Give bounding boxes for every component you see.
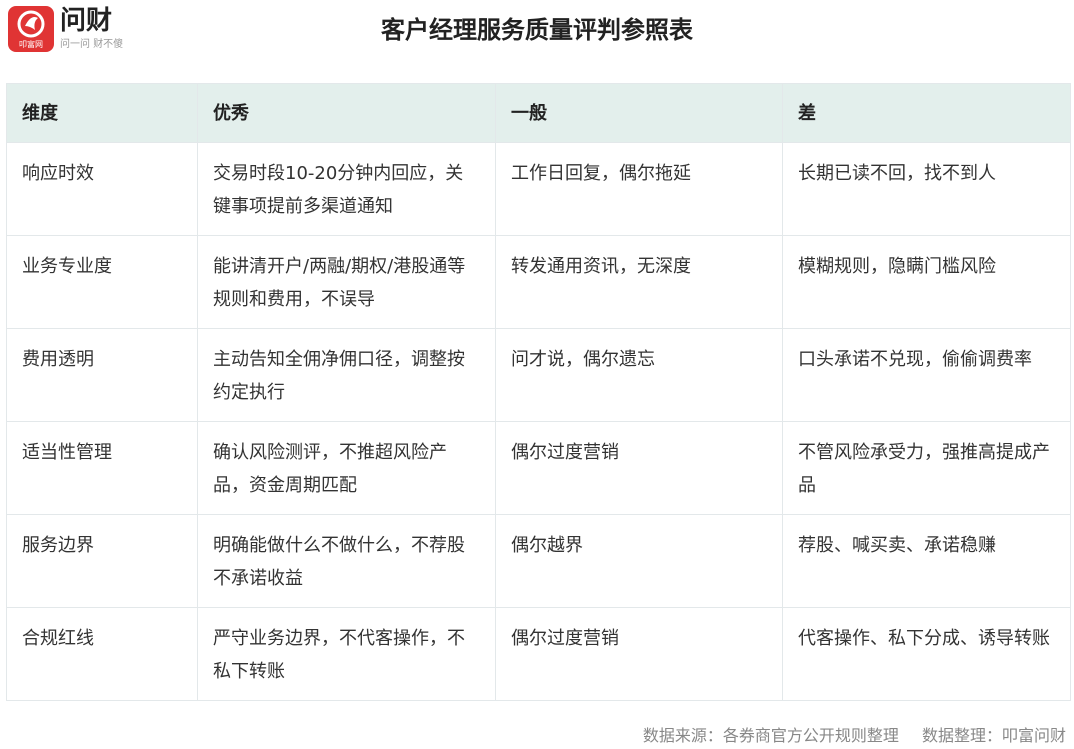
table-row: 响应时效 交易时段10-20分钟内回应，关键事项提前多渠道通知 工作日回复，偶尔… — [6, 142, 1071, 236]
cell-dimension: 响应时效 — [6, 142, 198, 236]
cell-average: 偶尔过度营销 — [495, 421, 783, 515]
page-title: 客户经理服务质量评判参照表 — [381, 16, 693, 44]
header-poor: 差 — [782, 83, 1071, 143]
cell-dimension: 合规红线 — [6, 607, 198, 701]
footer-credits: 数据来源：各券商官方公开规则整理 数据整理：叩富问财 — [643, 724, 1066, 748]
cell-average: 偶尔过度营销 — [495, 607, 783, 701]
data-compiler: 数据整理：叩富问财 — [921, 726, 1066, 745]
cell-average: 工作日回复，偶尔拖延 — [495, 142, 783, 236]
cell-excellent: 交易时段10-20分钟内回应，关键事项提前多渠道通知 — [197, 142, 496, 236]
cell-poor: 荐股、喊买卖、承诺稳赚 — [782, 514, 1071, 608]
cell-average: 偶尔越界 — [495, 514, 783, 608]
cell-excellent: 主动告知全佣净佣口径，调整按约定执行 — [197, 328, 496, 422]
table-header-row: 维度 优秀 一般 差 — [6, 83, 1071, 143]
table-row: 适当性管理 确认风险测评，不推超风险产品，资金周期匹配 偶尔过度营销 不管风险承… — [6, 421, 1071, 515]
cell-excellent: 明确能做什么不做什么，不荐股不承诺收益 — [197, 514, 496, 608]
cell-poor: 代客操作、私下分成、诱导转账 — [782, 607, 1071, 701]
evaluation-table: 维度 优秀 一般 差 响应时效 交易时段10-20分钟内回应，关键事项提前多渠道… — [6, 83, 1071, 701]
cell-poor: 口头承诺不兑现，偷偷调费率 — [782, 328, 1071, 422]
cell-excellent: 确认风险测评，不推超风险产品，资金周期匹配 — [197, 421, 496, 515]
cell-dimension: 服务边界 — [6, 514, 198, 608]
cell-excellent: 能讲清开户/两融/期权/港股通等规则和费用，不误导 — [197, 235, 496, 329]
table-row: 业务专业度 能讲清开户/两融/期权/港股通等规则和费用，不误导 转发通用资讯，无… — [6, 235, 1071, 329]
header-dimension: 维度 — [6, 83, 198, 143]
table-row: 服务边界 明确能做什么不做什么，不荐股不承诺收益 偶尔越界 荐股、喊买卖、承诺稳… — [6, 514, 1071, 608]
table-row: 合规红线 严守业务边界，不代客操作，不私下转账 偶尔过度营销 代客操作、私下分成… — [6, 607, 1071, 701]
cell-poor: 不管风险承受力，强推高提成产品 — [782, 421, 1071, 515]
cell-poor: 长期已读不回，找不到人 — [782, 142, 1071, 236]
cell-dimension: 业务专业度 — [6, 235, 198, 329]
data-source: 数据来源：各券商官方公开规则整理 — [642, 726, 899, 745]
table-row: 费用透明 主动告知全佣净佣口径，调整按约定执行 问才说，偶尔遗忘 口头承诺不兑现… — [6, 328, 1071, 422]
cell-dimension: 费用透明 — [6, 328, 198, 422]
cell-poor: 模糊规则，隐瞒门槛风险 — [782, 235, 1071, 329]
cell-excellent: 严守业务边界，不代客操作，不私下转账 — [197, 607, 496, 701]
header-excellent: 优秀 — [197, 83, 496, 143]
cell-dimension: 适当性管理 — [6, 421, 198, 515]
cell-average: 转发通用资讯，无深度 — [495, 235, 783, 329]
cell-average: 问才说，偶尔遗忘 — [495, 328, 783, 422]
header-average: 一般 — [495, 83, 783, 143]
